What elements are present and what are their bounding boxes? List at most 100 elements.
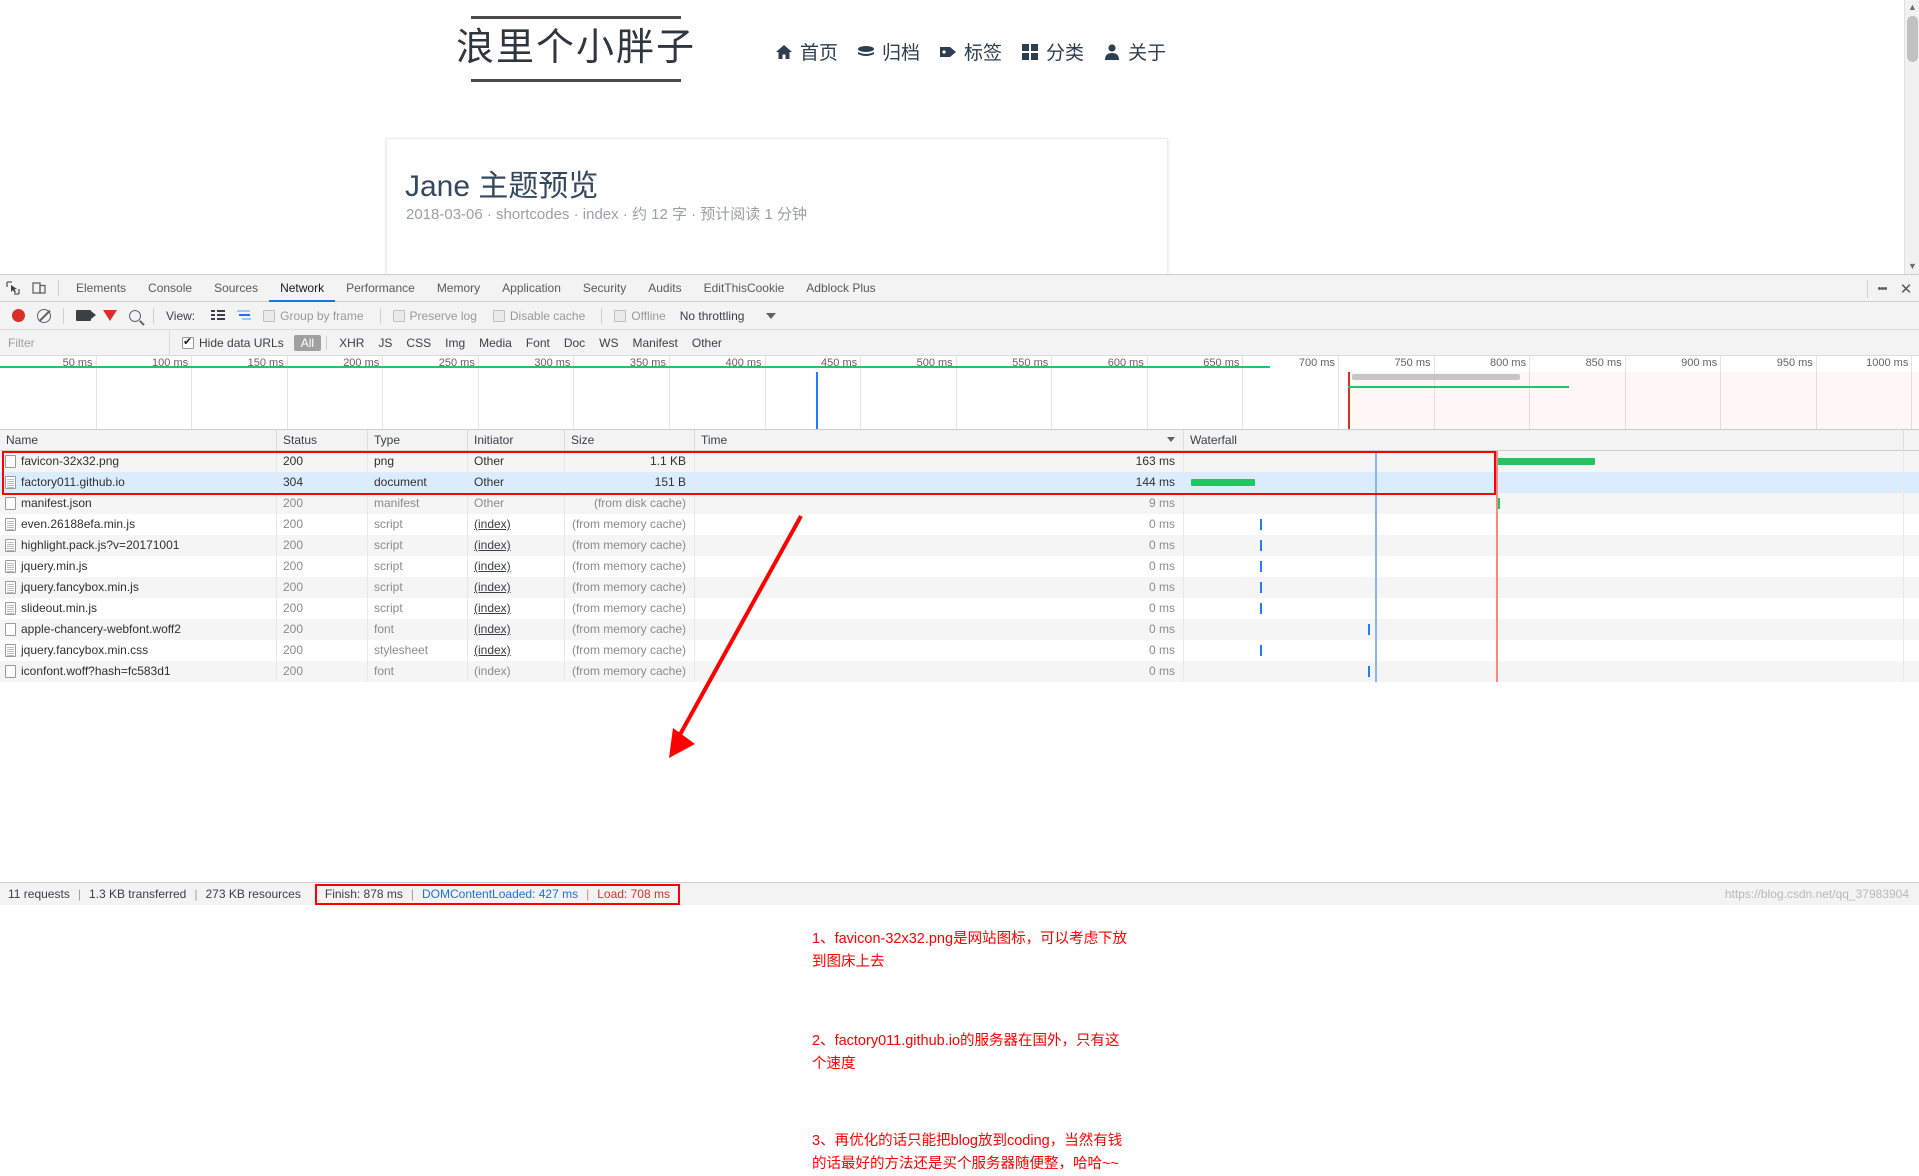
type-filter-xhr[interactable]: XHR xyxy=(332,335,371,351)
tab-editthiscookie[interactable]: EditThisCookie xyxy=(693,275,796,302)
cell-initiator-value[interactable]: (index) xyxy=(474,538,511,552)
tab-elements[interactable]: Elements xyxy=(65,275,137,302)
table-row[interactable]: highlight.pack.js?v=20171001 200 script (in… xyxy=(0,535,1919,556)
column-header-waterfall[interactable]: Waterfall xyxy=(1184,429,1904,451)
table-row[interactable]: manifest.json 200 manifest Other (from disk … xyxy=(0,493,1919,514)
type-filter-other[interactable]: Other xyxy=(685,335,729,351)
nav-item-categories[interactable]: 分类 xyxy=(1020,38,1084,65)
tab-console[interactable]: Console xyxy=(137,275,203,302)
nav-item-tags[interactable]: 标签 xyxy=(938,38,1002,65)
cell-time: 0 ms xyxy=(695,535,1184,556)
tab-audits[interactable]: Audits xyxy=(637,275,692,302)
scroll-up-arrow[interactable]: ▲ xyxy=(1905,0,1919,15)
tab-application[interactable]: Application xyxy=(491,275,572,302)
capture-screenshots-button[interactable] xyxy=(70,302,97,330)
type-filter-css[interactable]: CSS xyxy=(399,335,438,351)
cell-name[interactable]: iconfont.woff?hash=fc583d1 xyxy=(0,661,277,682)
table-row[interactable]: favicon-32x32.png 200 png Other 1.1 KB 163 ms xyxy=(0,451,1919,472)
list-view-button[interactable] xyxy=(205,302,231,330)
table-row[interactable]: jquery.fancybox.min.css 200 stylesheet (ind… xyxy=(0,640,1919,661)
scrollbar-thumb[interactable] xyxy=(1907,16,1918,62)
preserve-log-checkbox[interactable]: Preserve log xyxy=(387,302,487,330)
overview-selection-handle[interactable] xyxy=(1352,374,1520,380)
table-row[interactable]: factory011.github.io 304 document Other 151 … xyxy=(0,472,1919,493)
tab-adblock-plus[interactable]: Adblock Plus xyxy=(795,275,886,302)
filter-input[interactable] xyxy=(0,329,170,356)
tab-memory[interactable]: Memory xyxy=(426,275,491,302)
network-overview[interactable]: 50 ms 100 ms 150 ms 200 ms 250 ms 300 ms 350 m… xyxy=(0,356,1919,430)
column-header-type[interactable]: Type xyxy=(368,429,468,451)
cell-name[interactable]: favicon-32x32.png xyxy=(0,451,277,472)
column-header-initiator[interactable]: Initiator xyxy=(468,429,565,451)
ruler-tick-label: 950 ms xyxy=(1776,357,1813,369)
cell-name[interactable]: apple-chancery-webfont.woff2 xyxy=(0,619,277,640)
search-button[interactable] xyxy=(123,302,147,330)
inspect-element-icon[interactable] xyxy=(0,275,26,301)
cell-name[interactable]: even.26188efa.min.js xyxy=(0,514,277,535)
record-button[interactable] xyxy=(6,302,31,330)
hide-data-urls-checkbox[interactable]: Hide data URLs xyxy=(182,335,284,350)
cell-name[interactable]: jquery.fancybox.min.js xyxy=(0,577,277,598)
type-filter-ws[interactable]: WS xyxy=(592,335,625,351)
offline-checkbox[interactable]: Offline xyxy=(608,302,675,330)
cell-status: 200 xyxy=(277,577,368,598)
group-by-frame-checkbox[interactable]: Group by frame xyxy=(257,302,373,330)
column-header-label: Status xyxy=(283,432,318,447)
column-header-time[interactable]: Time xyxy=(695,429,1184,451)
chevron-down-icon xyxy=(766,312,777,319)
type-filter-all[interactable]: All xyxy=(293,334,322,351)
type-filter-font[interactable]: Font xyxy=(519,335,557,351)
table-row[interactable]: even.26188efa.min.js 200 script (index) (fro… xyxy=(0,514,1919,535)
type-filter-manifest[interactable]: Manifest xyxy=(626,335,685,351)
cell-initiator-value[interactable]: (index) xyxy=(474,643,511,657)
column-header-status[interactable]: Status xyxy=(277,429,368,451)
toggle-device-toolbar-icon[interactable] xyxy=(26,275,52,301)
cell-name[interactable]: jquery.fancybox.min.css xyxy=(0,640,277,661)
type-filter-img[interactable]: Img xyxy=(438,335,472,351)
table-row[interactable]: jquery.fancybox.min.js 200 script (index) (f… xyxy=(0,577,1919,598)
table-row[interactable]: iconfont.woff?hash=fc583d1 200 font (index)… xyxy=(0,661,1919,682)
cell-initiator-value[interactable]: (index) xyxy=(474,601,511,615)
nav-item-about[interactable]: 关于 xyxy=(1102,38,1166,65)
waterfall-view-button[interactable] xyxy=(231,302,257,330)
type-filter-js[interactable]: JS xyxy=(371,335,399,351)
tab-network[interactable]: Network xyxy=(269,275,335,302)
cell-name[interactable]: manifest.json xyxy=(0,493,277,514)
cell-name[interactable]: jquery.min.js xyxy=(0,556,277,577)
clear-button[interactable] xyxy=(31,302,57,330)
nav-item-archive[interactable]: 归档 xyxy=(856,38,920,65)
cell-initiator-value[interactable]: (index) xyxy=(474,559,511,573)
post-card[interactable]: Jane 主题预览 2018-03-06 · shortcodes · inde… xyxy=(386,138,1168,274)
close-devtools-icon[interactable]: ✕ xyxy=(1893,275,1919,302)
type-filter-media[interactable]: Media xyxy=(472,335,519,351)
tab-performance[interactable]: Performance xyxy=(335,275,426,302)
filter-toggle-button[interactable] xyxy=(97,302,123,330)
request-name: slideout.min.js xyxy=(21,601,98,615)
throttling-select[interactable]: No throttling xyxy=(676,302,783,330)
table-row[interactable]: apple-chancery-webfont.woff2 200 font (inde… xyxy=(0,619,1919,640)
cell-initiator-value[interactable]: (index) xyxy=(474,517,511,531)
scroll-down-arrow[interactable]: ▼ xyxy=(1905,259,1919,274)
more-options-icon[interactable] xyxy=(1871,275,1893,302)
tab-security[interactable]: Security xyxy=(572,275,637,302)
page-scrollbar[interactable]: ▲ ▼ xyxy=(1904,0,1919,274)
cell-name[interactable]: factory011.github.io xyxy=(0,472,277,493)
disable-cache-checkbox[interactable]: Disable cache xyxy=(487,302,595,330)
cell-name[interactable]: highlight.pack.js?v=20171001 xyxy=(0,535,277,556)
waterfall-tick xyxy=(1260,582,1262,593)
cell-initiator-value[interactable]: (index) xyxy=(474,622,511,636)
tab-sources[interactable]: Sources xyxy=(203,275,269,302)
request-name: even.26188efa.min.js xyxy=(21,517,136,531)
image-file-icon xyxy=(5,665,16,678)
type-filter-doc[interactable]: Doc xyxy=(557,335,592,351)
table-row[interactable]: slideout.min.js 200 script (index) (from mem… xyxy=(0,598,1919,619)
ruler-tick-label: 700 ms xyxy=(1298,357,1335,369)
cell-name[interactable]: slideout.min.js xyxy=(0,598,277,619)
cell-initiator: Other xyxy=(468,451,565,472)
cell-initiator-value[interactable]: (index) xyxy=(474,580,511,594)
waterfall-tick xyxy=(1260,603,1262,614)
nav-item-home[interactable]: 首页 xyxy=(774,38,838,65)
column-header-name[interactable]: Name xyxy=(0,429,277,451)
table-row[interactable]: jquery.min.js 200 script (index) (from memor… xyxy=(0,556,1919,577)
column-header-size[interactable]: Size xyxy=(565,429,695,451)
